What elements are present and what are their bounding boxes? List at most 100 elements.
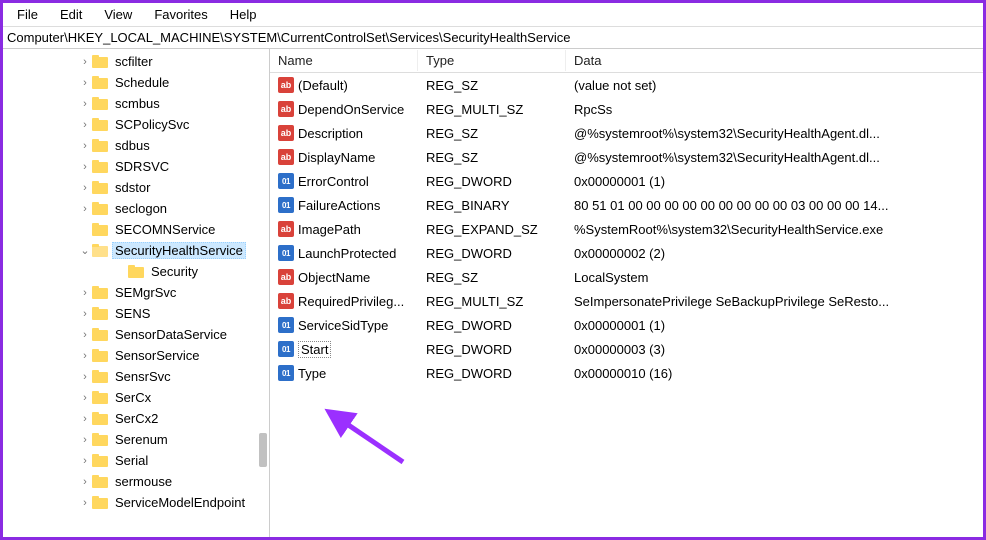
chevron-right-icon[interactable]: ›: [78, 56, 92, 68]
value-type: REG_DWORD: [418, 366, 566, 381]
menu-edit[interactable]: Edit: [50, 5, 92, 24]
folder-icon: [92, 370, 108, 383]
tree-item-label: SCPolicySvc: [112, 117, 192, 132]
folder-icon: [92, 160, 108, 173]
menu-file[interactable]: File: [7, 5, 48, 24]
chevron-right-icon[interactable]: ›: [78, 119, 92, 131]
value-data: 0x00000003 (3): [566, 342, 983, 357]
binary-value-icon: [278, 173, 294, 189]
value-type: REG_DWORD: [418, 246, 566, 261]
chevron-right-icon[interactable]: ›: [78, 182, 92, 194]
tree-item[interactable]: ›SensrSvc: [3, 366, 269, 387]
chevron-right-icon[interactable]: ›: [78, 350, 92, 362]
chevron-right-icon[interactable]: ›: [78, 98, 92, 110]
col-name[interactable]: Name: [270, 50, 418, 71]
tree-item[interactable]: SECOMNService: [3, 219, 269, 240]
tree-item[interactable]: ›Serial: [3, 450, 269, 471]
tree-item[interactable]: Security: [3, 261, 269, 282]
menu-view[interactable]: View: [94, 5, 142, 24]
chevron-right-icon[interactable]: ›: [78, 455, 92, 467]
value-type: REG_EXPAND_SZ: [418, 222, 566, 237]
chevron-right-icon[interactable]: ›: [78, 434, 92, 446]
string-value-icon: [278, 101, 294, 117]
value-data: %SystemRoot%\system32\SecurityHealthServ…: [566, 222, 983, 237]
tree-item-label: SecurityHealthService: [112, 242, 246, 259]
tree-item[interactable]: ›sermouse: [3, 471, 269, 492]
folder-icon: [92, 391, 108, 404]
chevron-right-icon[interactable]: ›: [78, 140, 92, 152]
string-value-icon: [278, 77, 294, 93]
chevron-right-icon[interactable]: ›: [78, 77, 92, 89]
chevron-right-icon[interactable]: ›: [78, 497, 92, 509]
tree-item[interactable]: › scfilter: [3, 51, 269, 72]
menu-help[interactable]: Help: [220, 5, 267, 24]
tree-item[interactable]: ›SensorService: [3, 345, 269, 366]
chevron-right-icon[interactable]: ›: [78, 308, 92, 320]
tree-item[interactable]: ›SENS: [3, 303, 269, 324]
tree-item[interactable]: ⌄ SecurityHealthService: [3, 240, 269, 261]
tree-item-label: SerCx: [112, 390, 154, 405]
folder-icon: [92, 328, 108, 341]
value-row[interactable]: DisplayNameREG_SZ@%systemroot%\system32\…: [270, 145, 983, 169]
col-type[interactable]: Type: [418, 50, 566, 71]
chevron-right-icon[interactable]: ›: [78, 161, 92, 173]
menu-favorites[interactable]: Favorites: [144, 5, 217, 24]
tree-item[interactable]: ›SerCx2: [3, 408, 269, 429]
tree-item-label: SensorDataService: [112, 327, 230, 342]
tree-item[interactable]: ›Schedule: [3, 72, 269, 93]
chevron-right-icon[interactable]: ›: [78, 329, 92, 341]
chevron-right-icon[interactable]: ›: [78, 371, 92, 383]
tree-item[interactable]: ›sdbus: [3, 135, 269, 156]
chevron-right-icon[interactable]: ›: [78, 476, 92, 488]
tree-item-label: ServiceModelEndpoint: [112, 495, 248, 510]
value-row[interactable]: StartREG_DWORD0x00000003 (3): [270, 337, 983, 361]
tree-scrollbar[interactable]: [259, 49, 267, 537]
value-row[interactable]: DescriptionREG_SZ@%systemroot%\system32\…: [270, 121, 983, 145]
column-headers: Name Type Data: [270, 49, 983, 73]
chevron-right-icon[interactable]: ›: [78, 392, 92, 404]
tree-item-label: sdstor: [112, 180, 153, 195]
value-name: Type: [298, 366, 326, 381]
value-type: REG_SZ: [418, 78, 566, 93]
tree-item[interactable]: › sdstor: [3, 177, 269, 198]
col-data[interactable]: Data: [566, 50, 983, 71]
chevron-right-icon[interactable]: ›: [78, 413, 92, 425]
binary-value-icon: [278, 197, 294, 213]
value-row[interactable]: ImagePathREG_EXPAND_SZ%SystemRoot%\syste…: [270, 217, 983, 241]
address-input[interactable]: [7, 30, 979, 45]
chevron-right-icon[interactable]: ›: [78, 203, 92, 215]
value-row[interactable]: FailureActionsREG_BINARY80 51 01 00 00 0…: [270, 193, 983, 217]
tree-item[interactable]: ›scmbus: [3, 93, 269, 114]
tree-item[interactable]: › SerCx: [3, 387, 269, 408]
value-row[interactable]: TypeREG_DWORD0x00000010 (16): [270, 361, 983, 385]
tree-item[interactable]: ›SEMgrSvc: [3, 282, 269, 303]
tree-item[interactable]: ›seclogon: [3, 198, 269, 219]
folder-icon: [92, 475, 108, 488]
value-name: ServiceSidType: [298, 318, 388, 333]
value-data: 0x00000002 (2): [566, 246, 983, 261]
tree-item[interactable]: › SCPolicySvc: [3, 114, 269, 135]
folder-icon: [92, 412, 108, 425]
value-row[interactable]: (Default)REG_SZ(value not set): [270, 73, 983, 97]
tree-scrollbar-thumb[interactable]: [259, 433, 267, 467]
value-name: (Default): [298, 78, 348, 93]
tree-item-label: scfilter: [112, 54, 156, 69]
value-data: SeImpersonatePrivilege SeBackupPrivilege…: [566, 294, 983, 309]
value-row[interactable]: DependOnServiceREG_MULTI_SZRpcSs: [270, 97, 983, 121]
value-row[interactable]: RequiredPrivileg...REG_MULTI_SZSeImperso…: [270, 289, 983, 313]
folder-icon: [92, 286, 108, 299]
tree-item[interactable]: ›SDRSVC: [3, 156, 269, 177]
tree-item[interactable]: › ServiceModelEndpoint: [3, 492, 269, 513]
tree-pane[interactable]: ›scfilter›Schedule›scmbus›SCPolicySvc›sd…: [3, 49, 270, 537]
value-row[interactable]: LaunchProtectedREG_DWORD0x00000002 (2): [270, 241, 983, 265]
chevron-right-icon[interactable]: ›: [78, 287, 92, 299]
tree-item[interactable]: › SensorDataService: [3, 324, 269, 345]
value-row[interactable]: ServiceSidTypeREG_DWORD0x00000001 (1): [270, 313, 983, 337]
folder-icon: [92, 76, 108, 89]
folder-icon: [92, 223, 108, 236]
value-data: RpcSs: [566, 102, 983, 117]
value-row[interactable]: ErrorControlREG_DWORD0x00000001 (1): [270, 169, 983, 193]
value-row[interactable]: ObjectNameREG_SZLocalSystem: [270, 265, 983, 289]
tree-item[interactable]: ›Serenum: [3, 429, 269, 450]
chevron-down-icon[interactable]: ⌄: [78, 244, 92, 257]
